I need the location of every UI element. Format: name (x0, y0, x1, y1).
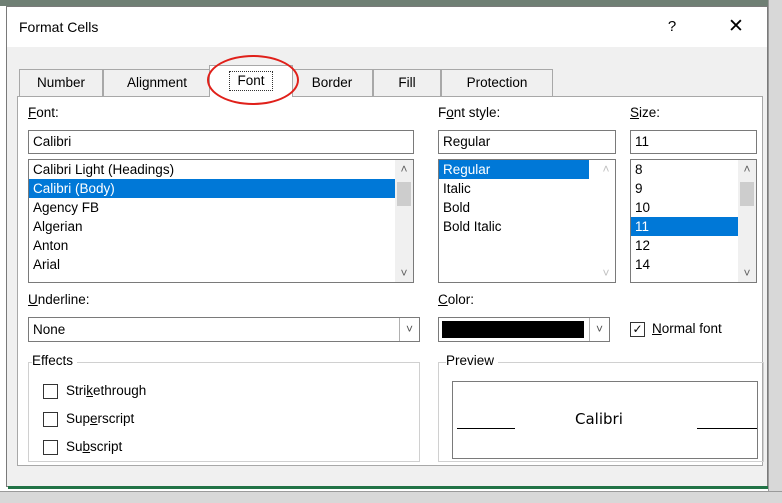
font-style-label-rest: nt style: (453, 105, 501, 120)
font-style-scrollbar: ˄ ˅ (597, 160, 615, 282)
strikethrough-label-pre: Stri (66, 383, 87, 398)
underline-label: Underline: (28, 292, 90, 307)
superscript-label-post: rscript (97, 411, 135, 426)
format-cells-dialog: Format Cells ? ✕ Number Alignment Font B… (6, 6, 768, 487)
subscript-label-key: b (82, 439, 91, 454)
scroll-up-icon[interactable]: ˄ (738, 160, 756, 178)
color-swatch (442, 321, 584, 338)
preview-underline-left (457, 428, 515, 429)
effects-title: Effects (32, 353, 78, 368)
scroll-down-icon[interactable]: ˅ (738, 264, 756, 282)
font-style-input[interactable]: Regular (438, 130, 616, 154)
subscript-label-post: script (90, 439, 123, 454)
superscript-label-key: e (90, 411, 98, 426)
font-style-item[interactable]: Bold (439, 198, 615, 217)
normal-font-label-key: N (652, 321, 662, 336)
normal-font-label-rest: ormal font (661, 321, 722, 336)
underline-select[interactable]: None ˅ (28, 317, 420, 342)
tab-number[interactable]: Number (19, 69, 103, 96)
tab-alignment[interactable]: Alignment (103, 69, 211, 96)
strikethrough-checkbox[interactable] (43, 384, 58, 399)
superscript-label-pre: Sup (66, 411, 91, 426)
font-label: Font: (28, 105, 59, 120)
normal-font-label: Normal font (652, 321, 722, 336)
preview-text: Calibri (575, 410, 623, 428)
scroll-thumb[interactable] (397, 182, 411, 206)
tab-number-label: Number (36, 75, 85, 90)
font-label-rest: ont: (36, 105, 59, 120)
font-style-label: Font style: (438, 105, 500, 120)
size-list[interactable]: 8 9 10 11 12 14 ˄ ˅ (630, 159, 757, 283)
color-label-rest: olor: (447, 292, 475, 307)
background-window-edge-right (768, 0, 782, 503)
strikethrough-label-post: ethrough (93, 383, 147, 398)
color-label-key: C (438, 292, 448, 307)
font-name-input[interactable]: Calibri (28, 130, 414, 154)
size-label-key: S (630, 105, 640, 120)
tab-protection-label: Protection (466, 75, 528, 90)
font-style-label-key: o (446, 105, 454, 120)
tab-border[interactable]: Border (291, 69, 373, 96)
font-style-item-selected[interactable]: Regular (439, 160, 589, 179)
size-list-item-selected[interactable]: 11 (631, 217, 739, 236)
close-button[interactable]: ✕ (719, 13, 753, 41)
tab-font-label: Font (229, 71, 273, 91)
size-label-rest: ize: (639, 105, 661, 120)
strikethrough-label-key: k (86, 383, 93, 398)
help-button[interactable]: ? (657, 13, 687, 41)
underline-label-rest: nderline: (37, 292, 90, 307)
color-label: Color: (438, 292, 474, 307)
font-style-label-pre: F (438, 105, 447, 120)
font-style-item[interactable]: Italic (439, 179, 615, 198)
tab-border-label: Border (311, 75, 353, 90)
font-list-item[interactable]: Arial (29, 255, 413, 274)
preview-title: Preview (446, 353, 499, 368)
scroll-up-icon: ˄ (602, 162, 610, 176)
strikethrough-label: Strikethrough (66, 383, 146, 398)
size-label: Size: (630, 105, 660, 120)
normal-font-checkbox[interactable]: ✓ (630, 322, 645, 337)
title-bar: Format Cells ? ✕ (7, 7, 767, 47)
font-list-item[interactable]: Anton (29, 236, 413, 255)
font-label-key: F (28, 105, 37, 120)
underline-value: None (33, 322, 66, 337)
preview-box: Calibri (452, 381, 758, 459)
font-list-item[interactable]: Agency FB (29, 198, 413, 217)
font-list-scrollbar[interactable]: ˄ ˅ (395, 160, 413, 282)
font-name-list[interactable]: Calibri Light (Headings) Calibri (Body) … (28, 159, 414, 283)
font-style-item[interactable]: Bold Italic (439, 217, 615, 236)
font-style-list[interactable]: Regular Italic Bold Bold Italic ˄ ˅ (438, 159, 616, 283)
size-list-scrollbar[interactable]: ˄ ˅ (738, 160, 756, 282)
superscript-checkbox[interactable] (43, 412, 58, 427)
subscript-label: Subscript (66, 439, 122, 454)
superscript-label: Superscript (66, 411, 134, 426)
scroll-thumb[interactable] (740, 182, 754, 206)
font-list-item[interactable]: Calibri Light (Headings) (29, 160, 413, 179)
tab-alignment-label: Alignment (126, 75, 188, 90)
subscript-label-pre: Su (66, 439, 83, 454)
font-list-item[interactable]: Algerian (29, 217, 413, 236)
tab-font[interactable]: Font (209, 65, 293, 97)
font-list-item-selected[interactable]: Calibri (Body) (29, 179, 395, 198)
background-window-edge-bottom (0, 491, 782, 503)
tab-fill-label: Fill (398, 75, 416, 90)
font-tab-panel: Font: Calibri Calibri Light (Headings) C… (17, 96, 764, 466)
scroll-down-icon[interactable]: ˅ (395, 264, 413, 282)
tab-fill[interactable]: Fill (373, 69, 441, 96)
excel-green-accent (8, 486, 768, 489)
size-input[interactable]: 11 (630, 130, 757, 154)
chevron-down-icon[interactable]: ˅ (399, 318, 419, 341)
chevron-down-icon[interactable]: ˅ (589, 318, 609, 341)
underline-label-key: U (28, 292, 38, 307)
tab-protection[interactable]: Protection (441, 69, 553, 96)
color-picker[interactable]: ˅ (438, 317, 610, 342)
dialog-title: Format Cells (19, 19, 99, 35)
scroll-up-icon[interactable]: ˄ (395, 160, 413, 178)
subscript-checkbox[interactable] (43, 440, 58, 455)
scroll-down-icon: ˅ (602, 266, 610, 280)
preview-underline-right (697, 428, 757, 429)
